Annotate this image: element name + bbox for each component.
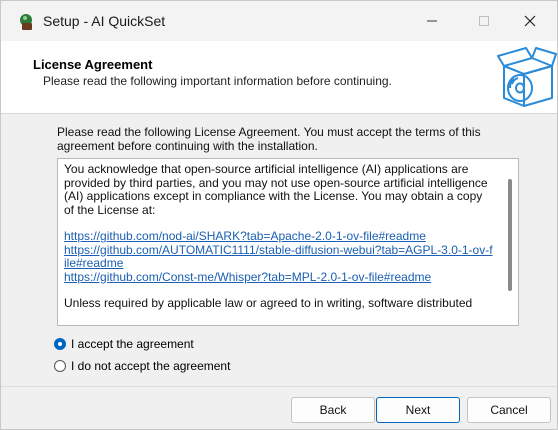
scrollbar-thumb[interactable] <box>508 179 512 291</box>
back-button[interactable]: Back <box>291 397 375 423</box>
minimize-button[interactable] <box>409 5 455 37</box>
license-text-box[interactable]: You acknowledge that open-source artific… <box>57 158 519 326</box>
maximize-button[interactable] <box>461 5 507 37</box>
instruction-text: Please read the following License Agreem… <box>57 125 481 153</box>
setup-app-icon <box>18 13 36 31</box>
radio-selected-icon[interactable] <box>54 338 66 350</box>
license-scrollbar[interactable] <box>502 159 518 325</box>
license-links: https://github.com/nod-ai/SHARK?tab=Apac… <box>64 229 494 285</box>
title-bar[interactable]: Setup - AI QuickSet <box>1 1 557 41</box>
radio-unselected-icon[interactable] <box>54 360 66 372</box>
close-button[interactable] <box>507 5 553 37</box>
wizard-header: License Agreement Please read the follow… <box>1 41 557 114</box>
window-title: Setup - AI QuickSet <box>43 13 166 29</box>
decline-radio[interactable]: I do not accept the agreement <box>54 359 230 373</box>
minimize-icon <box>427 20 437 22</box>
license-paragraph: Unless required by applicable law or agr… <box>64 296 473 310</box>
next-button[interactable]: Next <box>376 397 460 423</box>
license-paragraph: You acknowledge that open-source artific… <box>64 162 488 217</box>
accept-radio-label: I accept the agreement <box>71 337 194 351</box>
footer-divider <box>1 386 557 387</box>
page-subtitle: Please read the following important info… <box>43 74 392 88</box>
decline-radio-label: I do not accept the agreement <box>71 359 231 373</box>
license-link-stable-diffusion[interactable]: https://github.com/AUTOMATIC1111/stable-… <box>64 243 494 271</box>
page-title: License Agreement <box>33 57 153 72</box>
license-link-shark[interactable]: https://github.com/nod-ai/SHARK?tab=Apac… <box>64 229 494 244</box>
license-content: You acknowledge that open-source artific… <box>64 162 494 324</box>
software-box-icon <box>496 44 557 110</box>
accept-radio[interactable]: I accept the agreement <box>54 337 194 351</box>
setup-window: Setup - AI QuickSet License Agreement Pl… <box>0 0 558 430</box>
close-icon <box>524 15 536 27</box>
maximize-icon <box>479 16 489 26</box>
cancel-button[interactable]: Cancel <box>467 397 551 423</box>
license-link-whisper[interactable]: https://github.com/Const-me/Whisper?tab=… <box>64 270 494 285</box>
